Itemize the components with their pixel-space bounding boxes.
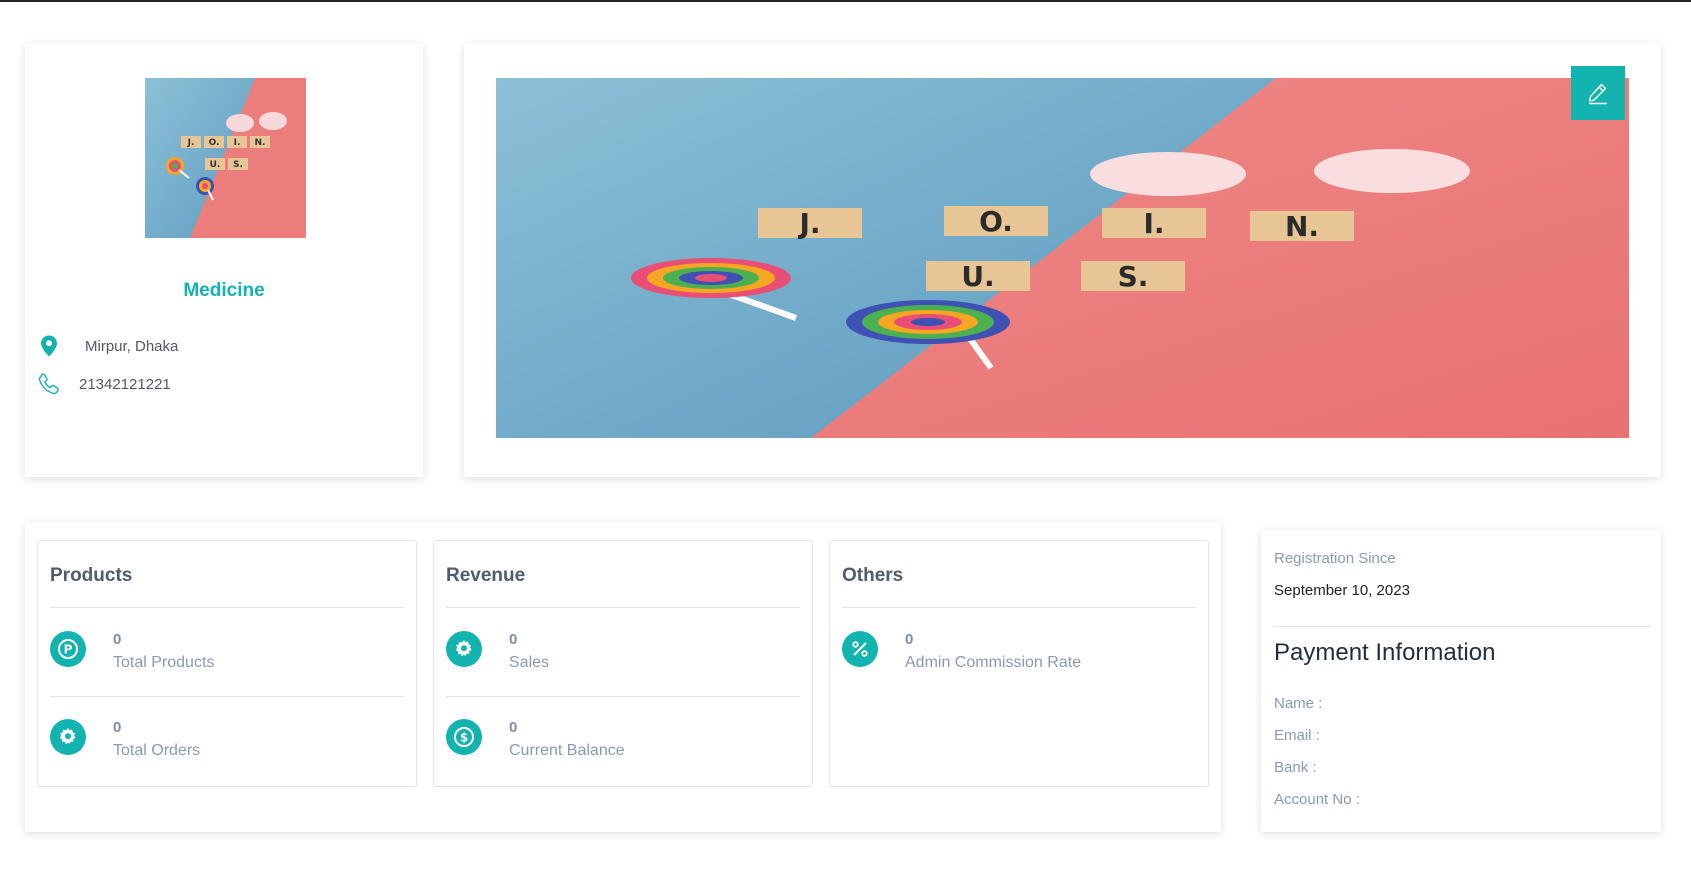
registration-payment-card: Registration Since September 10, 2023 Pa… [1261, 530, 1661, 832]
payment-account-field: Account No : [1274, 791, 1360, 808]
banner-tile-n: N. [1285, 210, 1319, 243]
gear-icon [50, 719, 86, 755]
thumb-tile-o: O. [209, 138, 220, 148]
divider [842, 607, 1196, 608]
store-banner-image: J. O. I. N. U. S. [496, 78, 1629, 438]
total-products-label: Total Products [113, 654, 215, 671]
payment-email-field: Email : [1274, 727, 1320, 744]
registration-date: September 10, 2023 [1274, 582, 1410, 599]
payment-name-field: Name : [1274, 695, 1323, 712]
current-balance-value: 0 [509, 719, 518, 736]
phone-row: 21342121221 [37, 372, 171, 396]
thumb-tile-j: J. [187, 138, 195, 148]
divider [50, 607, 404, 608]
total-products-value: 0 [113, 631, 122, 648]
banner-tile-o: O. [979, 205, 1013, 238]
revenue-title: Revenue [446, 565, 526, 586]
p-circle-icon: P [50, 631, 86, 667]
registration-label: Registration Since [1274, 550, 1396, 567]
location-text: Mirpur, Dhaka [85, 337, 179, 355]
pencil-icon [1588, 83, 1607, 105]
admin-commission-label: Admin Commission Rate [905, 654, 1082, 671]
divider [50, 696, 404, 697]
thumb-tile-n: N. [255, 138, 266, 148]
banner-tile-s: S. [1118, 260, 1149, 293]
thumb-tile-u: U. [210, 160, 221, 170]
svg-text:P: P [64, 643, 73, 657]
others-stat-box: Others 0 Admin Commission Rate [829, 540, 1209, 787]
payment-bank-field: Bank : [1274, 759, 1317, 776]
admin-commission-value: 0 [905, 631, 914, 648]
banner-card: J. O. I. N. U. S. [464, 43, 1661, 477]
gear-icon [446, 631, 482, 667]
banner-tile-i: I. [1143, 207, 1164, 240]
others-title: Others [842, 565, 904, 586]
dollar-circle-icon: $ [446, 719, 482, 755]
revenue-stat-box: Revenue 0 Sales $ 0 Current Balance [433, 540, 813, 787]
divider [1274, 626, 1651, 627]
divider [446, 696, 800, 697]
stats-card: Products P 0 Total Products 0 Total Orde… [25, 522, 1221, 832]
thumb-tile-i: I. [234, 138, 241, 148]
payment-info-title: Payment Information [1274, 639, 1496, 666]
store-logo-image: J. O. I. N. U. S. [145, 78, 306, 238]
thumb-tile-s: S. [233, 160, 243, 170]
store-profile-card: J. O. I. N. U. S. Medicine Mirpur, Dhaka… [25, 43, 423, 477]
sales-value: 0 [509, 631, 518, 648]
products-stat-box: Products P 0 Total Products 0 Total Orde… [37, 540, 417, 787]
banner-tile-u: U. [961, 260, 994, 293]
current-balance-label: Current Balance [509, 742, 625, 759]
svg-text:$: $ [460, 731, 468, 745]
total-orders-label: Total Orders [113, 742, 201, 759]
products-title: Products [50, 565, 133, 586]
banner-tile-j: J. [797, 207, 820, 240]
phone-text: 21342121221 [79, 375, 171, 393]
divider [446, 607, 800, 608]
phone-icon [38, 373, 59, 395]
top-border [0, 0, 1691, 2]
location-pin-icon [41, 335, 57, 357]
percent-icon [842, 631, 878, 667]
total-orders-value: 0 [113, 719, 122, 736]
sales-label: Sales [509, 654, 550, 671]
location-row: Mirpur, Dhaka [37, 334, 178, 358]
edit-banner-button[interactable] [1571, 66, 1625, 120]
store-name: Medicine [183, 280, 265, 301]
